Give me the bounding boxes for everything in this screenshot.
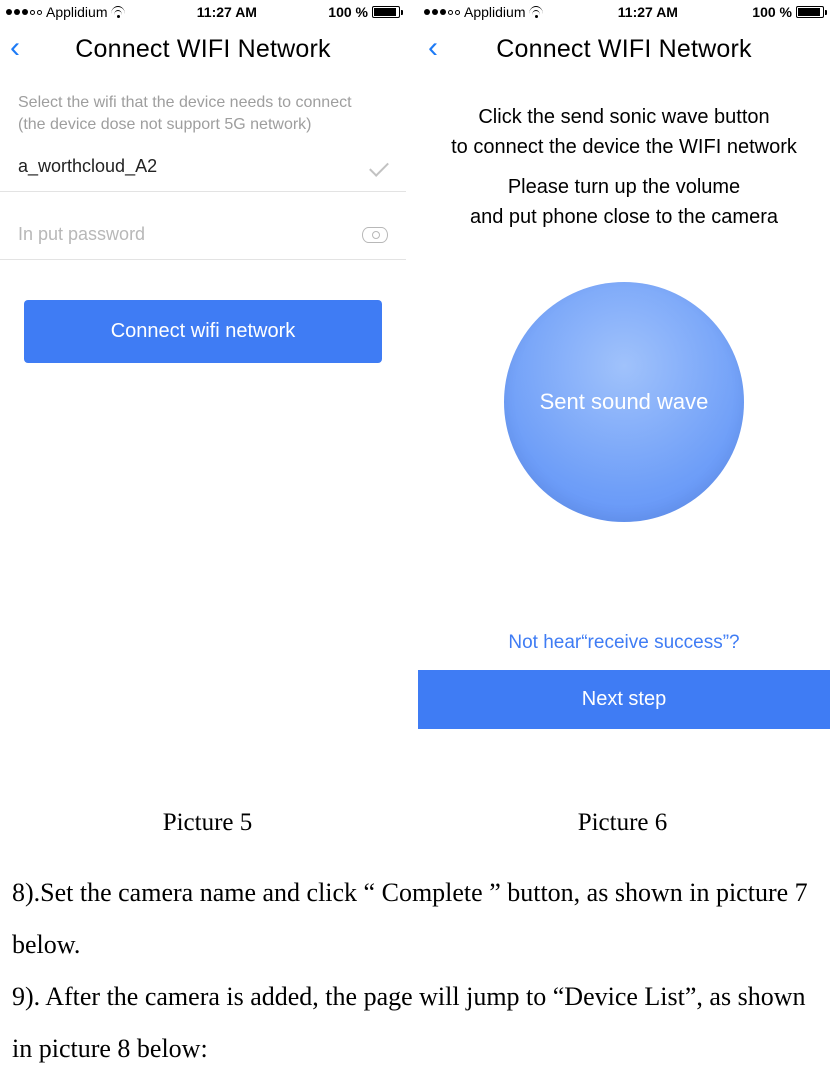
status-bar-time: 11:27 AM bbox=[197, 4, 257, 20]
instruction-line-2: to connect the device the WIFI network bbox=[451, 136, 797, 158]
send-sound-wave-button[interactable]: Sent sound wave bbox=[504, 282, 744, 522]
nav-bar: ‹ Connect WIFI Network bbox=[418, 24, 830, 74]
status-bar: Applidium 11:27 AM 100 % bbox=[0, 0, 406, 24]
nav-bar: ‹ Connect WIFI Network bbox=[0, 24, 406, 74]
not-hear-label: Not hear“receive success”? bbox=[508, 632, 739, 653]
wifi-select-hint: Select the wifi that the device needs to… bbox=[0, 74, 406, 142]
instruction-line-4: and put phone close to the camera bbox=[470, 206, 778, 228]
instruction-paragraphs: 8).Set the camera name and click “ Compl… bbox=[0, 837, 836, 1075]
sonic-wave-instructions: Click the send sonic wave button to conn… bbox=[418, 74, 830, 232]
step-9-text: 9). After the camera is added, the page … bbox=[12, 971, 818, 1075]
phone-screen-picture-6: Applidium 11:27 AM 100 % ‹ Connect WIFI … bbox=[418, 0, 830, 729]
wifi-icon bbox=[111, 6, 125, 18]
back-button[interactable]: ‹ bbox=[428, 34, 438, 62]
status-bar-left: Applidium bbox=[424, 4, 543, 20]
battery-icon bbox=[372, 6, 400, 18]
wifi-icon bbox=[529, 6, 543, 18]
password-field[interactable]: In put password bbox=[0, 210, 406, 260]
wifi-selected-value: a_worthcloud_A2 bbox=[18, 156, 370, 177]
eye-icon[interactable] bbox=[362, 227, 388, 243]
battery-percent: 100 % bbox=[328, 4, 368, 20]
caption-picture-6: Picture 6 bbox=[415, 809, 830, 837]
back-button[interactable]: ‹ bbox=[10, 34, 20, 62]
not-hear-link[interactable]: Not hear“receive success”? bbox=[418, 632, 830, 654]
phone-screen-picture-5: Applidium 11:27 AM 100 % ‹ Connect WIFI … bbox=[0, 0, 406, 729]
status-bar-time: 11:27 AM bbox=[618, 4, 678, 20]
instruction-line-3: Please turn up the volume bbox=[508, 176, 740, 198]
next-step-label: Next step bbox=[582, 688, 666, 710]
status-bar-left: Applidium bbox=[6, 4, 125, 20]
connect-wifi-button[interactable]: Connect wifi network bbox=[24, 300, 382, 363]
status-bar-right: 100 % bbox=[752, 4, 824, 20]
battery-icon bbox=[796, 6, 824, 18]
chevron-down-icon bbox=[369, 157, 389, 177]
page-title: Connect WIFI Network bbox=[75, 35, 330, 64]
page-title: Connect WIFI Network bbox=[496, 35, 751, 64]
carrier-label: Applidium bbox=[46, 4, 107, 20]
battery-percent: 100 % bbox=[752, 4, 792, 20]
signal-dots-icon bbox=[424, 9, 460, 15]
wifi-select-field[interactable]: a_worthcloud_A2 bbox=[0, 142, 406, 192]
status-bar: Applidium 11:27 AM 100 % bbox=[418, 0, 830, 24]
step-8-text: 8).Set the camera name and click “ Compl… bbox=[12, 867, 818, 971]
signal-dots-icon bbox=[6, 9, 42, 15]
connect-wifi-button-label: Connect wifi network bbox=[111, 320, 296, 342]
carrier-label: Applidium bbox=[464, 4, 525, 20]
instruction-line-1: Click the send sonic wave button bbox=[478, 106, 769, 128]
next-step-button[interactable]: Next step bbox=[418, 670, 830, 729]
phone-screens-row: Applidium 11:27 AM 100 % ‹ Connect WIFI … bbox=[0, 0, 836, 729]
caption-picture-5: Picture 5 bbox=[0, 809, 415, 837]
hint-line-2: (the device dose not support 5G network) bbox=[18, 114, 388, 136]
password-placeholder: In put password bbox=[18, 224, 362, 245]
status-bar-right: 100 % bbox=[328, 4, 400, 20]
figure-captions: Picture 5 Picture 6 bbox=[0, 809, 830, 837]
hint-line-1: Select the wifi that the device needs to… bbox=[18, 92, 388, 114]
send-sound-wave-label: Sent sound wave bbox=[540, 389, 709, 415]
